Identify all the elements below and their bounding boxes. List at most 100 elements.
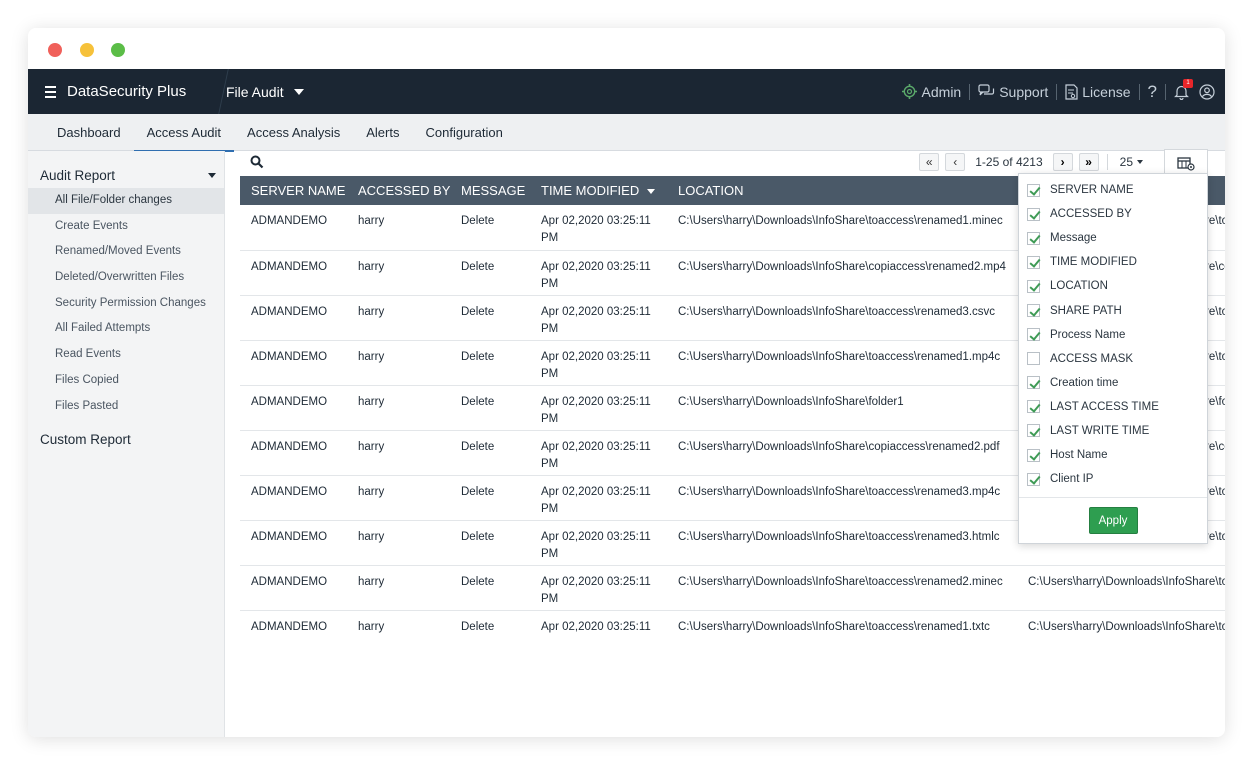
- cell-message: Delete: [450, 430, 530, 476]
- cell-message: Delete: [450, 340, 530, 386]
- page-range: 1-25 of 4213: [975, 155, 1043, 169]
- column-header-location[interactable]: LOCATION: [667, 176, 1017, 205]
- checkbox-checked-icon[interactable]: [1027, 424, 1040, 438]
- support-link[interactable]: Support: [978, 84, 1048, 100]
- column-header-message[interactable]: MESSAGE: [450, 176, 530, 205]
- maximize-window-button[interactable]: [111, 43, 125, 57]
- support-label: Support: [999, 83, 1049, 100]
- tab-access-analysis[interactable]: Access Analysis: [234, 114, 353, 151]
- checkbox-checked-icon[interactable]: [1027, 328, 1040, 342]
- checkbox-checked-icon[interactable]: [1027, 279, 1040, 293]
- divider: [1165, 83, 1166, 100]
- column-option-label: Host Name: [1050, 449, 1108, 462]
- sidebar-item-all-failed-attempts[interactable]: All Failed Attempts: [28, 316, 224, 342]
- column-option-label: Creation time: [1050, 376, 1119, 389]
- column-menu-footer: Apply: [1019, 497, 1207, 543]
- column-option[interactable]: SHARE PATH: [1019, 298, 1207, 322]
- checkbox-unchecked-icon[interactable]: [1027, 352, 1040, 366]
- cell-share-path: C:\Users\harry\Downloads\InfoShare\toacc…: [1017, 565, 1225, 611]
- hamburger-menu-icon[interactable]: [45, 85, 56, 98]
- admin-gear-icon: [901, 84, 917, 99]
- column-option[interactable]: Process Name: [1019, 323, 1207, 347]
- apply-button[interactable]: Apply: [1088, 507, 1138, 534]
- table-row[interactable]: ADMANDEMO harry Delete Apr 02,2020 03:25:11…: [240, 565, 1225, 611]
- checkbox-checked-icon[interactable]: [1027, 183, 1040, 197]
- window-titlebar: [28, 28, 1225, 69]
- checkbox-checked-icon[interactable]: [1027, 231, 1040, 245]
- column-option[interactable]: Client IP: [1019, 467, 1207, 491]
- next-page-button[interactable]: ›: [1052, 153, 1073, 171]
- checkbox-checked-icon[interactable]: [1027, 207, 1040, 221]
- audit-report-section[interactable]: Audit Report: [28, 162, 224, 188]
- tab-configuration[interactable]: Configuration: [412, 114, 515, 151]
- cell-time-modified: Apr 02,2020 03:25:11 PM: [530, 340, 667, 386]
- column-option[interactable]: ACCESS MASK: [1019, 347, 1207, 371]
- cell-accessed-by: harry: [347, 250, 450, 296]
- column-header-server-name[interactable]: SERVER NAME: [240, 176, 347, 205]
- column-option[interactable]: Creation time: [1019, 371, 1207, 395]
- column-option[interactable]: TIME MODIFIED: [1019, 250, 1207, 274]
- cell-location: C:\Users\harry\Downloads\InfoShare\toacc…: [667, 295, 1017, 341]
- tab-dashboard[interactable]: Dashboard: [44, 114, 134, 151]
- cell-time-modified: Apr 02,2020 03:25:11 PM: [530, 475, 667, 521]
- column-option[interactable]: Host Name: [1019, 443, 1207, 467]
- search-icon[interactable]: [250, 155, 264, 169]
- cell-time-modified: Apr 02,2020 03:25:11 PM: [530, 565, 667, 611]
- column-header-time-modified-label: TIME MODIFIED: [541, 183, 640, 198]
- table-row[interactable]: ADMANDEMO harry Delete Apr 02,2020 03:25:11…: [240, 610, 1225, 655]
- license-document-icon: [1065, 83, 1078, 100]
- cell-time-modified: Apr 02,2020 03:25:11 PM: [530, 385, 667, 431]
- notifications-button[interactable]: 1: [1174, 78, 1193, 100]
- sidebar-item-create-events[interactable]: Create Events: [28, 214, 224, 240]
- cell-accessed-by: harry: [347, 475, 450, 521]
- last-page-button[interactable]: »: [1078, 153, 1099, 171]
- checkbox-checked-icon[interactable]: [1027, 376, 1040, 390]
- tab-alerts[interactable]: Alerts: [353, 114, 412, 151]
- cell-message: Delete: [450, 565, 530, 611]
- cell-server-name: ADMANDEMO: [240, 565, 347, 611]
- minimize-window-button[interactable]: [80, 43, 94, 57]
- user-avatar-icon: [1199, 83, 1215, 100]
- rows-per-page-value: 25: [1119, 155, 1133, 169]
- license-link[interactable]: License: [1065, 83, 1131, 100]
- module-selector[interactable]: File Audit: [226, 69, 304, 114]
- sidebar-item-files-copied[interactable]: Files Copied: [28, 368, 224, 394]
- first-page-button[interactable]: «: [919, 153, 940, 171]
- tab-access-audit[interactable]: Access Audit: [133, 114, 235, 152]
- sidebar-item-deleted-overwritten-files[interactable]: Deleted/Overwritten Files: [28, 265, 224, 291]
- column-option[interactable]: LAST WRITE TIME: [1019, 419, 1207, 443]
- sidebar-item-read-events[interactable]: Read Events: [28, 342, 224, 368]
- sidebar-item-files-pasted[interactable]: Files Pasted: [28, 394, 224, 420]
- column-option[interactable]: LAST ACCESS TIME: [1019, 395, 1207, 419]
- license-label: License: [1082, 83, 1131, 100]
- previous-page-button[interactable]: ‹: [945, 153, 966, 171]
- checkbox-checked-icon[interactable]: [1027, 400, 1040, 414]
- checkbox-checked-icon[interactable]: [1027, 255, 1040, 269]
- cell-server-name: ADMANDEMO: [251, 620, 328, 633]
- sidebar-item-renamed-moved-events[interactable]: Renamed/Moved Events: [28, 239, 224, 265]
- user-profile-button[interactable]: [1199, 83, 1215, 100]
- column-option[interactable]: Message: [1019, 226, 1207, 250]
- column-header-time-modified[interactable]: TIME MODIFIED: [530, 176, 667, 205]
- close-window-button[interactable]: [48, 43, 62, 57]
- column-option[interactable]: ACCESSED BY: [1019, 202, 1207, 226]
- column-option-label: SHARE PATH: [1050, 304, 1122, 317]
- main-tabs: Dashboard Access Audit Access Analysis A…: [28, 114, 1225, 152]
- rows-per-page-select[interactable]: 25: [1116, 155, 1147, 169]
- column-option[interactable]: SERVER NAME: [1019, 178, 1207, 202]
- column-option[interactable]: LOCATION: [1019, 274, 1207, 298]
- checkbox-checked-icon[interactable]: [1027, 304, 1040, 318]
- help-icon[interactable]: ?: [1148, 82, 1157, 102]
- column-header-accessed-by[interactable]: ACCESSED BY: [347, 176, 450, 205]
- checkbox-checked-icon[interactable]: [1027, 472, 1040, 486]
- cell-accessed-by: harry: [347, 295, 450, 341]
- checkbox-checked-icon[interactable]: [1027, 448, 1040, 462]
- sidebar-item-all-file-folder-changes[interactable]: All File/Folder changes: [28, 188, 224, 214]
- sidebar-item-security-permission-changes[interactable]: Security Permission Changes: [28, 291, 224, 317]
- column-option-label: SERVER NAME: [1050, 184, 1134, 197]
- custom-report-section[interactable]: Custom Report: [28, 427, 224, 453]
- chevron-down-icon: [293, 88, 304, 95]
- cell-location: C:\Users\harry\Downloads\InfoShare\toacc…: [667, 565, 1017, 611]
- admin-link[interactable]: Admin: [901, 83, 961, 100]
- cell-message: Delete: [450, 385, 530, 431]
